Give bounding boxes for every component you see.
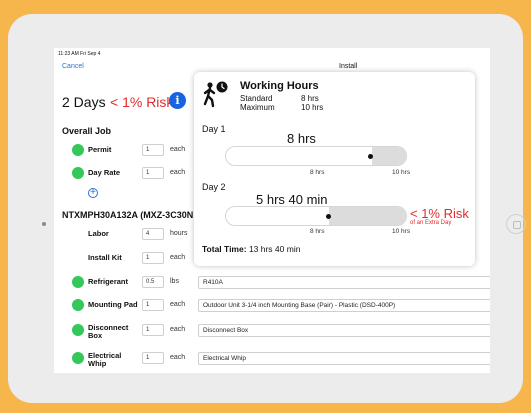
add-item-icon[interactable]: + xyxy=(88,188,98,198)
total-time-value: 13 hrs 40 min xyxy=(248,244,301,254)
home-button[interactable] xyxy=(506,214,526,234)
day2-hours-marker xyxy=(325,214,331,219)
qty-input-install-kit[interactable]: 1 xyxy=(142,252,164,264)
status-dot-icon xyxy=(72,276,84,288)
status-dot-icon xyxy=(72,144,84,156)
status-time: 11:23 AM Fri Sep 4 xyxy=(58,51,101,57)
row-label-day-rate: Day Rate xyxy=(88,168,121,177)
unit-label: each xyxy=(170,254,186,261)
risk-summary: < 1% Risk xyxy=(110,94,174,110)
standard-label: Standard xyxy=(240,94,273,103)
overall-job-heading: Overall Job xyxy=(62,126,112,136)
qty-input-refrigerant[interactable]: 0.5 xyxy=(142,276,164,288)
days-count: 2 Days xyxy=(62,94,106,110)
qty-input-permit[interactable]: 1 xyxy=(142,144,164,156)
day2-overtime-zone xyxy=(329,207,406,225)
day2-risk-sub: of an Extra Day xyxy=(410,220,452,226)
status-dot-icon xyxy=(72,167,84,179)
day1-hours-bar xyxy=(225,146,407,166)
desc-field-mounting-pad[interactable]: Outdoor Unit 3-1/4 inch Mounting Base (P… xyxy=(198,299,490,312)
status-dot-icon xyxy=(72,299,84,311)
row-label-labor: Labor xyxy=(88,229,109,238)
qty-input-day-rate[interactable]: 1 xyxy=(142,167,164,179)
working-hours-popover: Working Hours Standard 8 hrs Maximum 10 … xyxy=(194,72,475,266)
desc-field-electrical-whip[interactable]: Electrical Whip xyxy=(198,352,490,365)
day1-tick-max: 10 hrs xyxy=(392,169,411,176)
day2-risk: < 1% Risk xyxy=(410,206,469,221)
equipment-heading: NTXMPH30A132A (MXZ-3C30N xyxy=(62,210,194,220)
status-dot-icon xyxy=(72,352,84,364)
unit-label: hours xyxy=(170,230,188,237)
row-label-disconnect-box: Disconnect Box xyxy=(88,323,129,340)
day2-hours-bar xyxy=(225,206,407,226)
camera-dot xyxy=(42,222,46,226)
status-dot-icon xyxy=(72,324,84,336)
popover-title: Working Hours xyxy=(240,80,319,92)
row-label-install-kit: Install Kit xyxy=(88,253,122,262)
desc-field-disconnect-box[interactable]: Disconnect Box xyxy=(198,324,490,337)
unit-label: lbs xyxy=(170,278,179,285)
row-label-electrical-whip: Electrical Whip xyxy=(88,351,122,368)
day1-value: 8 hrs xyxy=(287,131,316,146)
day2-value: 5 hrs 40 min xyxy=(256,192,328,207)
day1-label: Day 1 xyxy=(202,124,226,134)
day2-label: Day 2 xyxy=(202,182,226,192)
cancel-button[interactable]: Cancel xyxy=(62,63,84,70)
qty-input-labor[interactable]: 4 xyxy=(142,228,164,240)
qty-input-electrical-whip[interactable]: 1 xyxy=(142,352,164,364)
day1-tick-standard: 8 hrs xyxy=(310,169,325,176)
walking-clock-icon xyxy=(203,81,228,108)
day1-overtime-zone xyxy=(371,147,406,165)
desc-field-refrigerant[interactable]: R410A xyxy=(198,276,490,289)
row-label-permit: Permit xyxy=(88,145,112,154)
row-label-mounting-pad: Mounting Pad xyxy=(88,300,138,309)
qty-input-disconnect-box[interactable]: 1 xyxy=(142,324,164,336)
unit-label: each xyxy=(170,146,186,153)
row-label-refrigerant: Refrigerant xyxy=(88,277,129,286)
unit-label: each xyxy=(170,301,186,308)
unit-label: each xyxy=(170,169,186,176)
qty-input-mounting-pad[interactable]: 1 xyxy=(142,299,164,311)
maximum-label: Maximum xyxy=(240,103,275,112)
nav-title: Install xyxy=(339,63,358,70)
day2-tick-standard: 8 hrs xyxy=(310,228,325,235)
info-icon[interactable]: i xyxy=(169,92,186,109)
maximum-value: 10 hrs xyxy=(301,103,324,112)
unit-label: each xyxy=(170,354,186,361)
unit-label: each xyxy=(170,326,186,333)
day2-tick-max: 10 hrs xyxy=(392,228,411,235)
standard-value: 8 hrs xyxy=(301,94,319,103)
total-time: Total Time: 13 hrs 40 min xyxy=(202,244,300,254)
total-time-label: Total Time: xyxy=(202,244,247,254)
